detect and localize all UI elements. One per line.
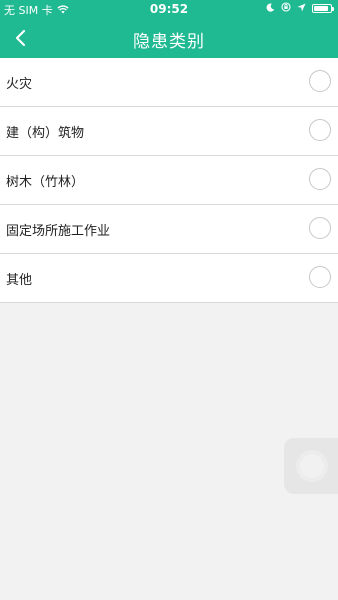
radio-button[interactable] xyxy=(309,70,331,92)
app-header: 无 SIM 卡 09:52 隐患类别 xyxy=(0,0,338,58)
option-label: 其他 xyxy=(6,273,33,288)
radio-button[interactable] xyxy=(309,266,331,288)
moon-icon xyxy=(266,2,275,15)
nav-bar: 隐患类别 xyxy=(0,18,338,58)
option-label: 固定场所施工作业 xyxy=(6,224,111,239)
category-option-construction[interactable]: 固定场所施工作业 xyxy=(0,205,338,254)
rotation-lock-icon xyxy=(281,2,291,15)
category-option-trees[interactable]: 树木（竹林） xyxy=(0,156,338,205)
page-title: 隐患类别 xyxy=(133,32,205,52)
battery-icon xyxy=(312,4,334,13)
location-arrow-icon xyxy=(297,2,306,15)
status-right xyxy=(266,2,334,15)
assistive-touch-icon xyxy=(296,450,328,482)
assistive-touch-button[interactable] xyxy=(284,438,338,494)
category-option-building[interactable]: 建（构）筑物 xyxy=(0,107,338,156)
status-bar: 无 SIM 卡 09:52 xyxy=(0,0,338,18)
battery-level xyxy=(314,6,329,11)
radio-button[interactable] xyxy=(309,217,331,239)
category-option-other[interactable]: 其他 xyxy=(0,254,338,303)
radio-button[interactable] xyxy=(309,168,331,190)
category-option-fire[interactable]: 火灾 xyxy=(0,58,338,107)
option-label: 火灾 xyxy=(6,77,33,92)
option-label: 建（构）筑物 xyxy=(6,126,85,141)
option-label: 树木（竹林） xyxy=(6,175,85,190)
category-list: 火灾 建（构）筑物 树木（竹林） 固定场所施工作业 其他 xyxy=(0,58,338,303)
radio-button[interactable] xyxy=(309,119,331,141)
